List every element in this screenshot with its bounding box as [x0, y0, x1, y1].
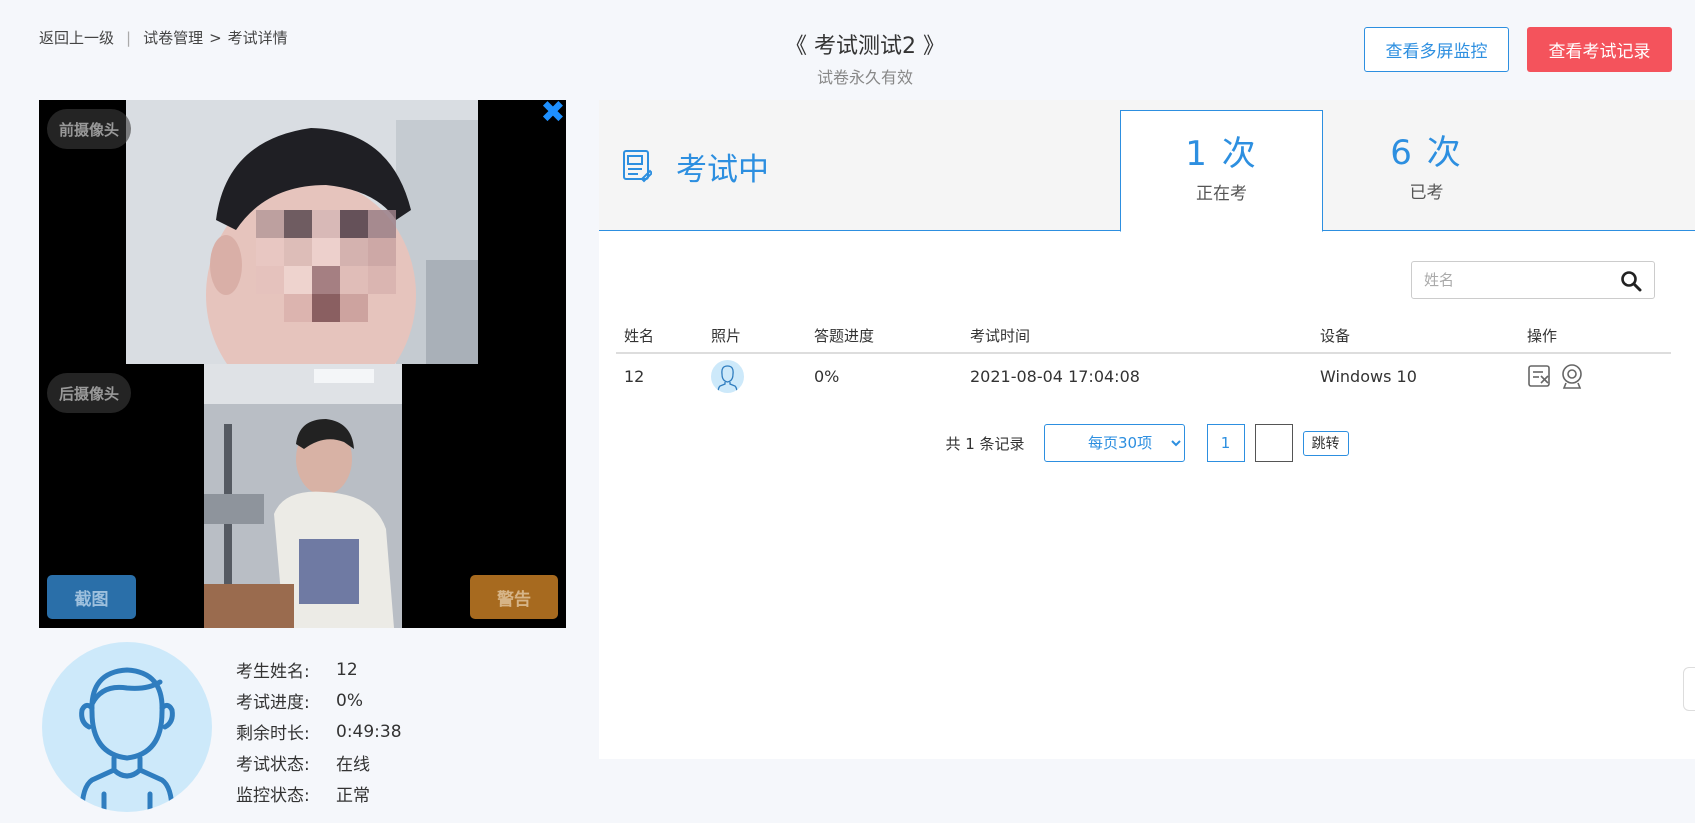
front-camera-label: 前摄像头	[47, 109, 132, 149]
camera-panel: 前摄像头 后摄像头 ✖ 截图 警告	[39, 100, 566, 628]
finished-count: 6 次	[1390, 133, 1463, 173]
cell-device: Windows 10	[1320, 366, 1417, 386]
user-avatar-icon	[717, 364, 738, 393]
webcam-icon[interactable]	[1559, 363, 1585, 389]
side-scroll-handle[interactable]	[1683, 667, 1695, 711]
info-value: 0:49:38	[336, 721, 402, 742]
cell-name: 12	[624, 366, 645, 386]
row-avatar[interactable]	[711, 359, 744, 393]
cell-time: 2021-08-04 17:04:08	[970, 366, 1140, 386]
cell-actions	[1527, 363, 1667, 389]
user-avatar-icon	[79, 667, 175, 812]
front-camera-image	[126, 100, 478, 364]
candidate-info: 考生姓名: 12 考试进度: 0% 剩余时长: 0:49:38 考试状态: 在线…	[236, 654, 402, 809]
finished-label: 已考	[1409, 183, 1444, 203]
info-row-name: 考生姓名: 12	[236, 654, 402, 685]
cell-progress: 0%	[814, 366, 840, 386]
info-value: 在线	[336, 755, 370, 775]
rear-camera-label: 后摄像头	[47, 373, 132, 413]
col-header-name: 姓名	[624, 326, 655, 345]
col-header-time: 考试时间	[970, 326, 1031, 345]
info-row-monitor-status: 监控状态: 正常	[236, 778, 402, 809]
multi-screen-monitor-button[interactable]: 查看多屏监控	[1364, 27, 1509, 72]
search-box	[1411, 261, 1655, 299]
rear-camera-image	[204, 364, 402, 628]
exam-record-button[interactable]: 查看考试记录	[1527, 27, 1672, 72]
exam-status-label: 考试中	[676, 152, 769, 188]
status-header: 考试中 1 次 正在考 6 次 已考	[599, 100, 1695, 232]
info-value: 12	[336, 659, 358, 680]
force-submit-icon[interactable]	[1527, 363, 1553, 389]
info-value: 0%	[336, 690, 363, 711]
warn-button[interactable]: 警告	[470, 575, 558, 619]
tab-finished[interactable]: 6 次 已考	[1325, 110, 1528, 232]
screenshot-button[interactable]: 截图	[47, 575, 136, 619]
exam-paper-icon	[623, 150, 652, 183]
pagination: 共 1 条记录 每页30项 1 跳转	[599, 424, 1695, 462]
col-header-device: 设备	[1320, 326, 1351, 345]
page-jump-input[interactable]	[1254, 424, 1293, 462]
cell-photo	[711, 359, 814, 393]
candidates-table: 姓名 照片 答题进度 考试时间 设备 操作 12 0% 2021-08-04 1…	[616, 318, 1671, 398]
info-label: 监控状态:	[236, 786, 310, 806]
table-row: 12 0% 2021-08-04 17:04:08 Windows 10	[616, 354, 1671, 398]
close-icon[interactable]: ✖	[540, 100, 566, 128]
info-value: 正常	[336, 786, 370, 806]
info-label: 考试状态:	[236, 755, 310, 775]
info-label: 剩余时长:	[236, 724, 310, 744]
tab-in-progress[interactable]: 1 次 正在考	[1120, 110, 1323, 232]
jump-button[interactable]: 跳转	[1302, 430, 1349, 456]
in-progress-count: 1 次	[1185, 134, 1258, 174]
info-row-progress: 考试进度: 0%	[236, 685, 402, 716]
info-row-remaining: 剩余时长: 0:49:38	[236, 716, 402, 747]
search-icon[interactable]	[1620, 270, 1642, 292]
exam-detail-panel: 考试中 1 次 正在考 6 次 已考 姓名 照片 答题进度 考试时间 设备 操作…	[599, 100, 1695, 759]
page-button-current[interactable]: 1	[1206, 424, 1245, 462]
total-records: 共 1 条记录	[945, 434, 1025, 453]
page-size-select[interactable]: 每页30项	[1043, 424, 1185, 462]
info-row-exam-status: 考试状态: 在线	[236, 747, 402, 778]
rear-camera-feed	[204, 364, 402, 628]
table-header: 姓名 照片 答题进度 考试时间 设备 操作	[616, 318, 1671, 354]
front-camera-feed	[126, 100, 478, 364]
info-label: 考试进度:	[236, 693, 310, 713]
in-progress-label: 正在考	[1196, 184, 1247, 204]
candidate-avatar	[42, 642, 212, 812]
col-header-progress: 答题进度	[814, 326, 875, 345]
col-header-photo: 照片	[711, 326, 742, 345]
search-input[interactable]	[1424, 270, 1604, 290]
col-header-actions: 操作	[1527, 326, 1558, 345]
info-label: 考生姓名:	[236, 662, 310, 682]
